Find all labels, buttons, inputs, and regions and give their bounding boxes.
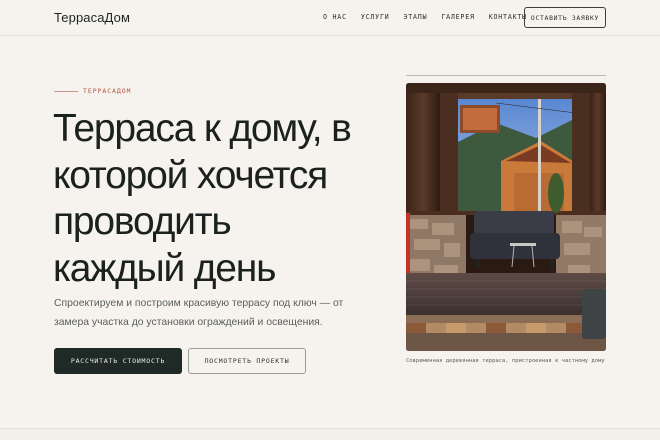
headline-line: Терраса к дому, в [53, 107, 352, 150]
photo-divider [406, 75, 606, 76]
leave-request-button[interactable]: ОСТАВИТЬ ЗАЯВКУ [524, 7, 606, 28]
terrace-photo [406, 83, 606, 351]
logo[interactable]: ТеррасаДом [54, 10, 130, 25]
photo-caption: Современная деревянная терраса, пристрое… [406, 358, 605, 364]
terrace-photo-image [406, 83, 606, 351]
hero-lead-text: Спроектируем и построим красивую террасу… [54, 298, 344, 328]
next-section-edge [0, 428, 660, 440]
calculate-cost-button[interactable]: РАССЧИТАТЬ СТОИМОСТЬ [54, 348, 182, 374]
nav-item-contacts[interactable]: КОНТАКТЫ [489, 13, 527, 21]
eyebrow-divider [54, 91, 78, 92]
nav-item-services[interactable]: УСЛУГИ [361, 13, 390, 21]
page-title: Терраса к дому, в которой хочется провод… [53, 106, 393, 292]
main-nav: О НАС УСЛУГИ ЭТАПЫ ГАЛЕРЕЯ КОНТАКТЫ [323, 13, 541, 21]
view-projects-button[interactable]: ПОСМОТРЕТЬ ПРОЕКТЫ [188, 348, 306, 374]
headline-line: проводить [53, 200, 232, 243]
site-header: ТеррасаДом О НАС УСЛУГИ ЭТАПЫ ГАЛЕРЕЯ КО… [0, 0, 660, 36]
nav-item-about[interactable]: О НАС [323, 13, 347, 21]
eyebrow-label: ТЕРРАСАДОМ [83, 87, 132, 95]
nav-item-stages[interactable]: ЭТАПЫ [403, 13, 427, 21]
headline-line: каждый день [53, 246, 276, 290]
nav-item-gallery[interactable]: ГАЛЕРЕЯ [441, 13, 474, 21]
headline-line: которой хочется [53, 153, 328, 197]
